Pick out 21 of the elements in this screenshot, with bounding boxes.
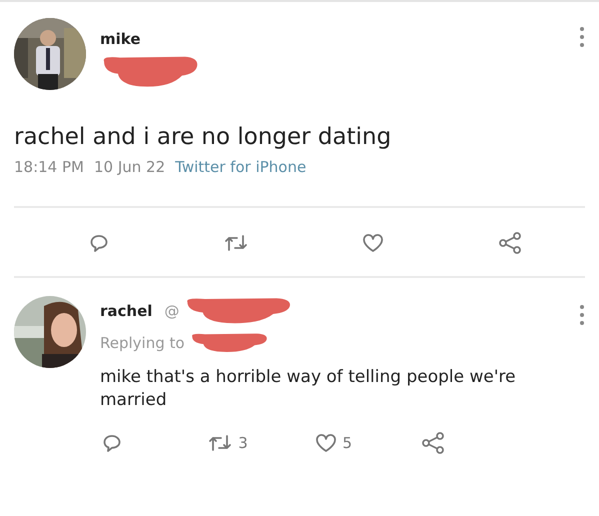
tweet-time: 18:14 PM bbox=[14, 158, 84, 176]
more-icon[interactable] bbox=[579, 304, 585, 326]
share-icon bbox=[420, 432, 445, 454]
comment-icon bbox=[88, 233, 109, 253]
share-icon bbox=[498, 232, 522, 254]
heart-icon bbox=[314, 432, 336, 453]
retweet-button[interactable]: 3 bbox=[206, 430, 250, 455]
reply-text: mike that's a horrible way of telling people we're married bbox=[100, 366, 517, 412]
handle-prefix: @ bbox=[164, 302, 180, 320]
tweet-date: 10 Jun 22 bbox=[94, 158, 166, 176]
tweet-source[interactable]: Twitter for iPhone bbox=[175, 158, 306, 176]
retweet-icon bbox=[208, 432, 232, 453]
author-name[interactable]: mike bbox=[100, 30, 565, 48]
like-button[interactable]: 5 bbox=[312, 430, 354, 455]
tweet-text: rachel and i are no longer dating bbox=[14, 124, 392, 150]
more-icon[interactable] bbox=[579, 26, 585, 48]
replying-to-label: Replying to bbox=[100, 334, 185, 352]
comment-icon bbox=[102, 432, 122, 453]
heart-icon bbox=[362, 233, 384, 253]
author-name[interactable]: rachel bbox=[100, 302, 152, 320]
retweet-icon bbox=[224, 233, 248, 253]
